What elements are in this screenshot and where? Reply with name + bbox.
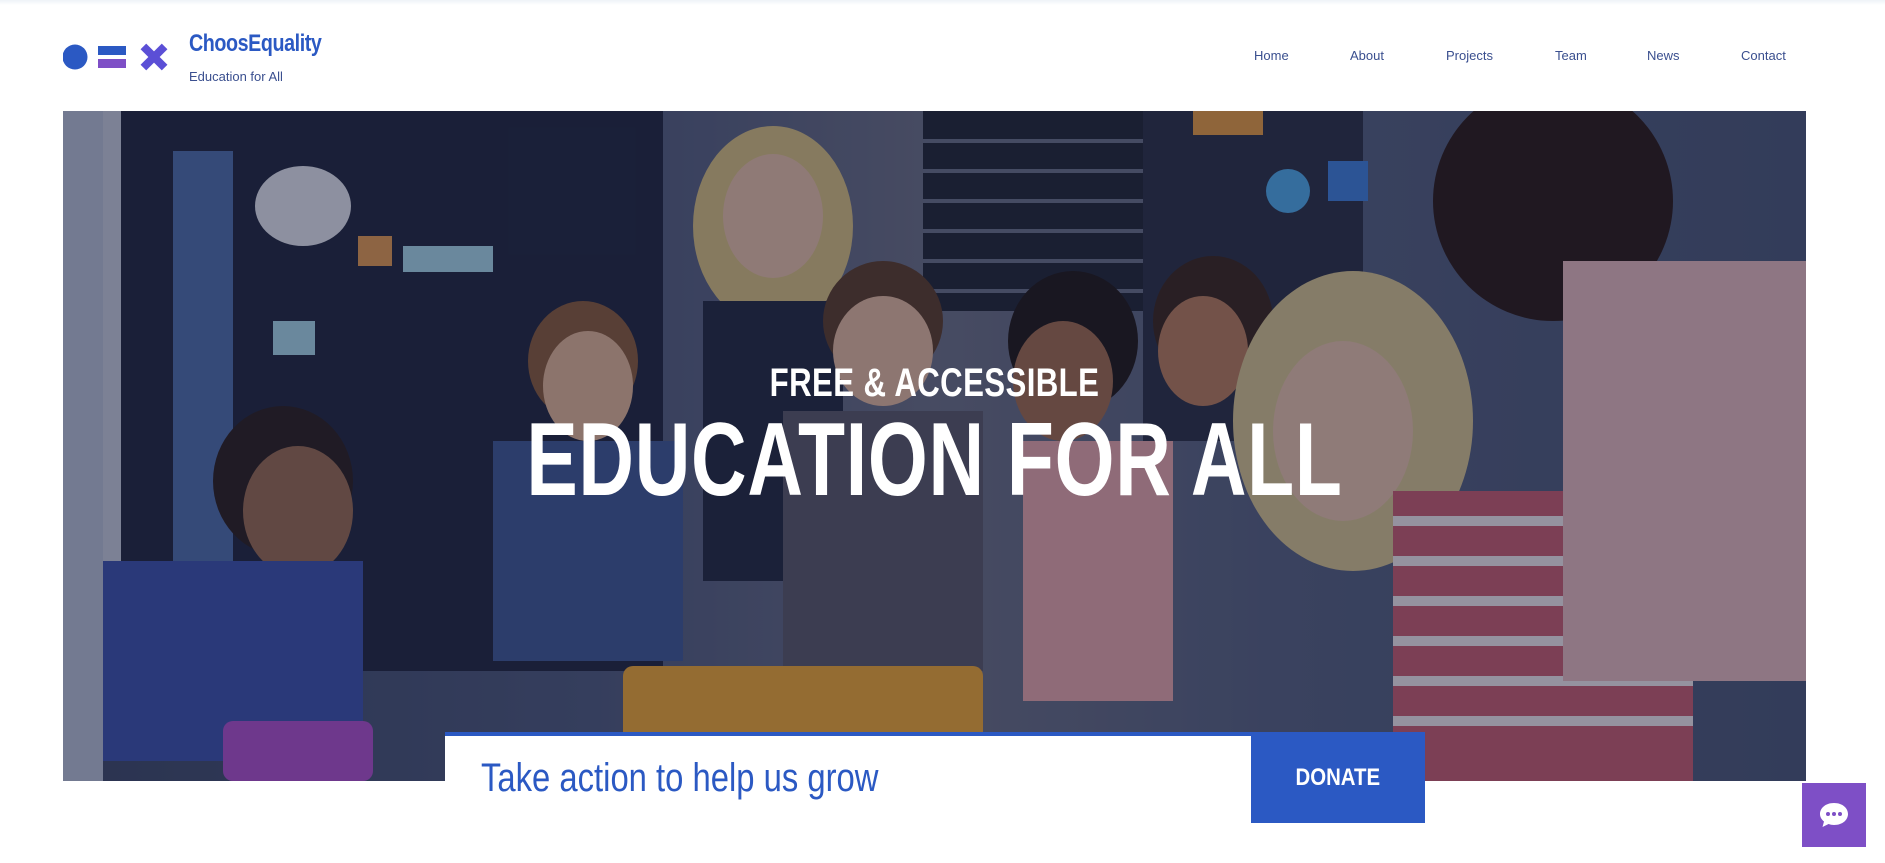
nav-item-news[interactable]: News [1647, 48, 1680, 63]
main-nav: Home About Projects Team News Contact [0, 48, 1885, 68]
nav-item-contact[interactable]: Contact [1741, 48, 1786, 63]
hero-banner: FREE & ACCESSIBLE EDUCATION FOR ALL [63, 111, 1806, 781]
donate-button[interactable]: DONATE [1251, 732, 1425, 823]
top-shadow-line [0, 0, 1885, 5]
nav-item-projects[interactable]: Projects [1446, 48, 1493, 63]
nav-item-home[interactable]: Home [1254, 48, 1289, 63]
hero-eyebrow: FREE & ACCESSIBLE [769, 361, 1100, 405]
chat-button[interactable] [1802, 783, 1866, 847]
cta-text: Take action to help us grow [481, 756, 879, 800]
chat-bubble-icon [1820, 803, 1848, 827]
nav-item-team[interactable]: Team [1555, 48, 1587, 63]
donate-button-label: DONATE [1295, 763, 1381, 791]
hero-title: EDUCATION FOR ALL [526, 402, 1343, 518]
brand-tagline: Education for All [189, 69, 283, 84]
nav-item-about[interactable]: About [1350, 48, 1384, 63]
